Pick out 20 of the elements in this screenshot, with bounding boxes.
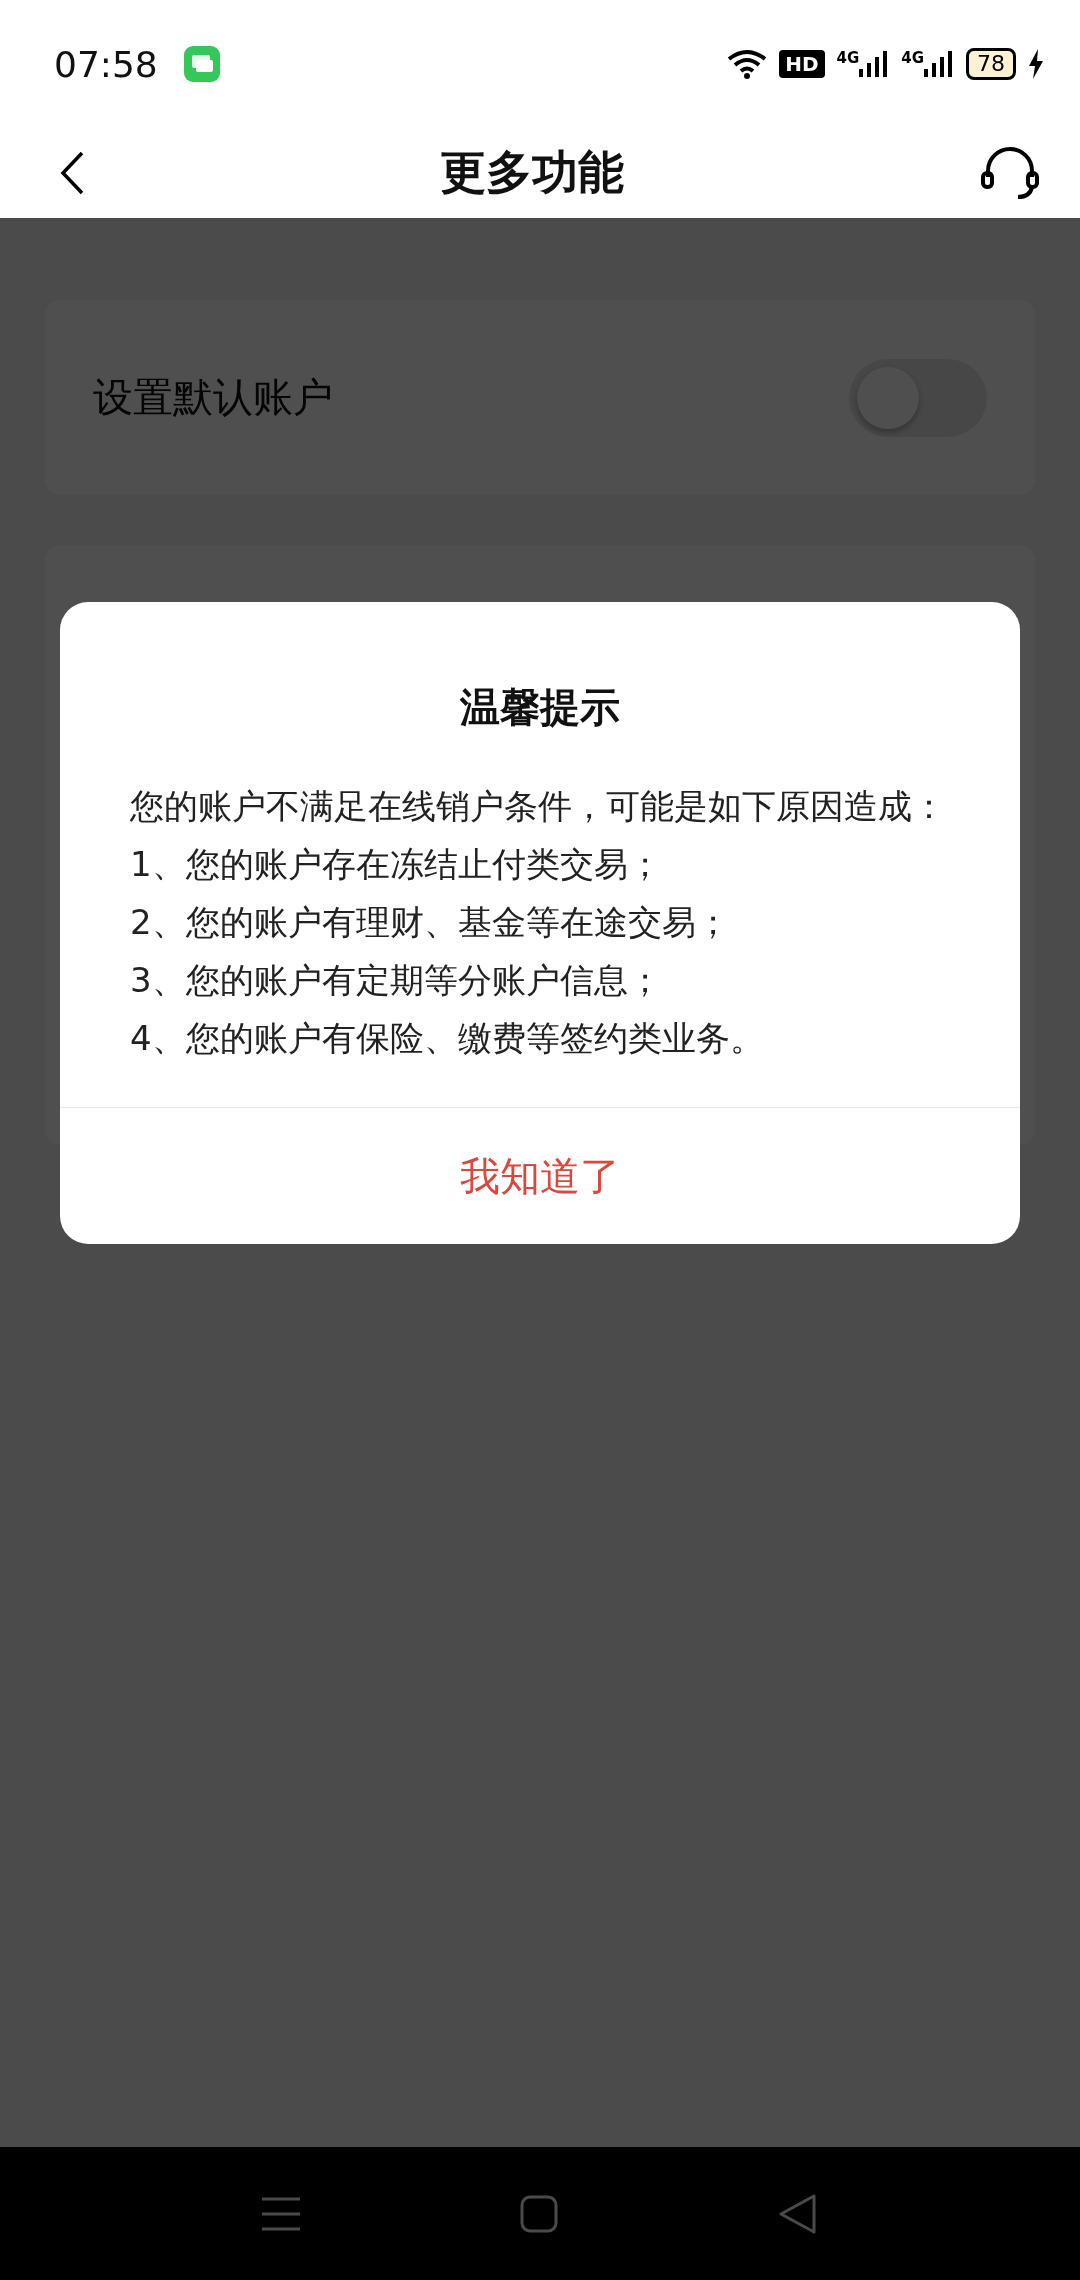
headset-icon[interactable] xyxy=(980,145,1040,201)
menu-icon[interactable] xyxy=(262,2196,300,2231)
signal-icon xyxy=(859,49,890,79)
network-label: 4G xyxy=(836,49,860,67)
back-icon[interactable] xyxy=(60,151,84,195)
setting-label: 设置默认账户 xyxy=(93,373,333,422)
page-title: 更多功能 xyxy=(440,144,624,201)
battery-level: 78 xyxy=(966,48,1016,80)
signal-icon xyxy=(924,49,954,79)
home-icon[interactable] xyxy=(520,2194,558,2233)
confirm-button[interactable]: 我知道了 xyxy=(60,1108,1020,1244)
charging-icon xyxy=(1028,49,1044,79)
hd-badge: HD xyxy=(779,50,825,78)
status-time: 07:58 xyxy=(54,43,158,85)
wifi-icon xyxy=(727,49,768,79)
message-app-icon xyxy=(183,46,220,82)
network-label: 4G xyxy=(901,49,924,67)
dialog-message: 您的账户不满足在线销户条件，可能是如下原因造成： 1、您的账户存在冻结止付类交易； 2、您的账户有理财、基金等在途交易； 3、您的账户有定期等分账户信息； 4、您的账户有保险、缴费等签约类业务。 xyxy=(130,785,947,1060)
back-nav-icon[interactable] xyxy=(778,2193,818,2234)
dialog-title: 温馨提示 xyxy=(459,683,621,732)
